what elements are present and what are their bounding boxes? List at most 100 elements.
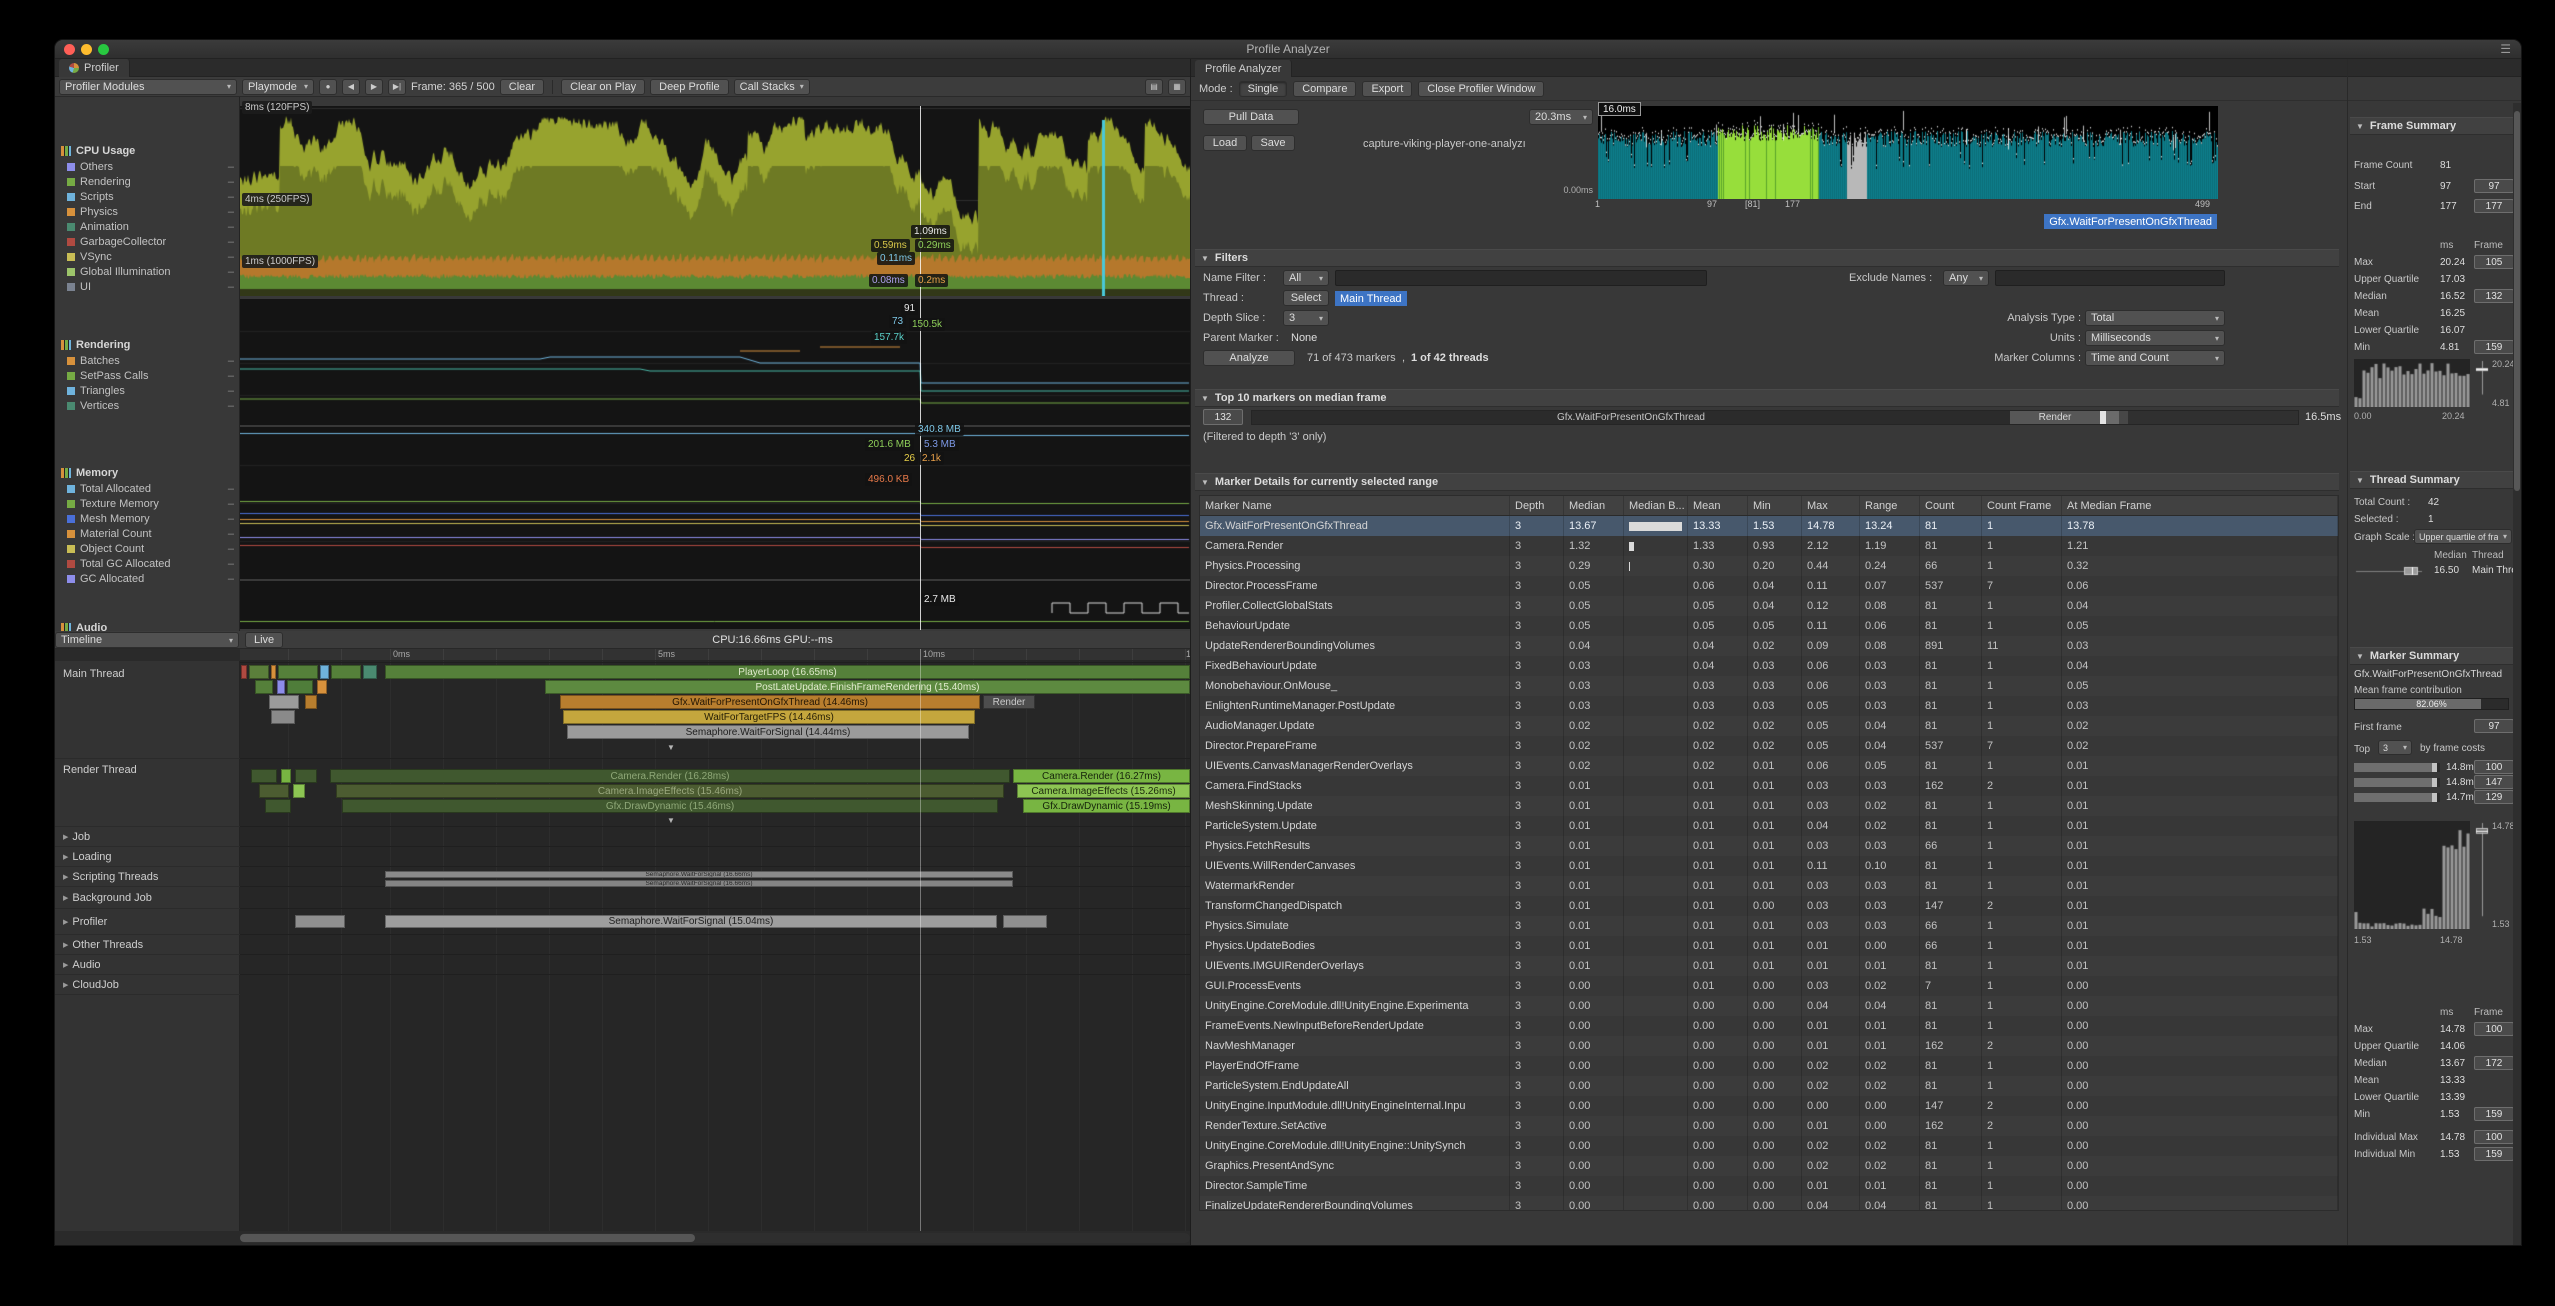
module-legend-item[interactable]: Total Allocated– [55,481,240,496]
timeline-span-fragment[interactable] [293,784,305,798]
table-row[interactable]: UnityEngine.CoreModule.dll!UnityEngine.E… [1200,996,2338,1016]
close-profiler-window-button[interactable]: Close Profiler Window [1418,81,1544,97]
frame-jump-button[interactable]: 172 [2474,1056,2514,1070]
marker-histogram[interactable] [2354,821,2470,929]
depth-slice-dropdown[interactable]: 3▾ [1283,310,1329,326]
timeline-span[interactable]: Semaphore.WaitForSignal (16.66ms) [385,880,1013,887]
module-legend-item[interactable]: Triangles– [55,383,240,398]
table-row[interactable]: TransformChangedDispatch30.010.010.000.0… [1200,896,2338,916]
table-row[interactable]: UnityEngine.InputModule.dll!UnityEngineI… [1200,1096,2338,1116]
frame-jump-button[interactable]: 105 [2474,255,2514,269]
table-row[interactable]: FinalizeUpdateRendererBoundingVolumes30.… [1200,1196,2338,1211]
timeline-span[interactable]: Camera.ImageEffects (15.46ms) [336,784,1004,798]
timeline-span-fragment[interactable] [259,784,289,798]
column-header[interactable]: Count Frame [1982,496,2062,515]
frame-jump-button[interactable]: 100 [2474,1130,2514,1144]
table-row[interactable]: Physics.FetchResults30.010.010.010.030.0… [1200,836,2338,856]
table-row[interactable]: Profiler.CollectGlobalStats30.050.050.04… [1200,596,2338,616]
thread-label[interactable]: Render Thread [55,759,240,827]
table-row[interactable]: EnlightenRuntimeManager.PostUpdate30.030… [1200,696,2338,716]
table-row[interactable]: Physics.UpdateBodies30.010.010.010.010.0… [1200,936,2338,956]
grid-view-icon[interactable]: ▦ [1168,79,1186,95]
column-header[interactable]: Median B... [1624,496,1688,515]
frame-summary-header[interactable]: ▼Frame Summary [2350,117,2513,135]
table-row[interactable]: UIEvents.IMGUIRenderOverlays30.010.010.0… [1200,956,2338,976]
frame-jump-button[interactable]: 159 [2474,1147,2514,1161]
table-row[interactable]: UIEvents.WillRenderCanvases30.010.010.01… [1200,856,2338,876]
timeline-view-dropdown[interactable]: Timeline▾ [55,632,239,648]
timeline-span-fragment[interactable] [363,665,377,679]
timeline-span[interactable]: Gfx.WaitForPresentOnGfxThread (14.46ms) [560,695,980,709]
timeline-hscrollbar[interactable] [240,1233,1190,1243]
frame-histogram[interactable] [2354,359,2470,407]
timeline-playhead[interactable] [920,649,921,1231]
call-stacks-dropdown[interactable]: Call Stacks▾ [734,79,810,95]
column-header[interactable]: Mean [1688,496,1748,515]
timeline-span-fragment[interactable] [317,680,327,694]
scrollbar-thumb[interactable] [2514,111,2520,491]
frame-jump-button[interactable]: 159 [2474,340,2514,354]
chart-playhead[interactable] [920,106,921,630]
timeline-span-fragment[interactable] [251,769,277,783]
module-legend-item[interactable]: GC Allocated– [55,571,240,586]
exclude-mode-dropdown[interactable]: Any▾ [1943,270,1989,286]
module-legend-item[interactable]: Material Count– [55,526,240,541]
rendering-chart[interactable] [240,299,1190,425]
first-frame-button[interactable]: 97 [2474,719,2514,733]
module-legend-item[interactable]: VSync– [55,249,240,264]
module-header[interactable]: Rendering [55,337,240,353]
timeline-span[interactable]: WaitForTargetFPS (14.46ms) [563,710,975,724]
table-row[interactable]: FixedBehaviourUpdate30.030.040.030.060.0… [1200,656,2338,676]
thread-label[interactable]: ▶Job [55,827,240,847]
thread-label[interactable]: ▶CloudJob [55,975,240,995]
module-legend-item[interactable]: GarbageCollector– [55,234,240,249]
module-header[interactable]: Memory [55,465,240,481]
table-row[interactable]: Camera.Render31.321.330.932.121.198111.2… [1200,536,2338,556]
top10-segment[interactable]: Gfx.WaitForPresentOnGfxThread [1252,411,2010,424]
table-row[interactable]: Physics.Simulate30.010.010.010.030.03661… [1200,916,2338,936]
pull-data-button[interactable]: Pull Data [1203,109,1299,125]
marker-details-header[interactable]: ▼Marker Details for currently selected r… [1195,473,2339,491]
top-count-dropdown[interactable]: 3▾ [2378,740,2412,755]
table-row[interactable]: FrameEvents.NewInputBeforeRenderUpdate30… [1200,1016,2338,1036]
table-row[interactable]: MeshSkinning.Update30.010.010.010.030.02… [1200,796,2338,816]
frame-jump-button[interactable]: 129 [2474,790,2514,804]
module-legend-item[interactable]: Rendering– [55,174,240,189]
filters-section-header[interactable]: ▼Filters [1195,249,2339,267]
timeline-span[interactable]: Camera.Render (16.27ms) [1013,769,1190,783]
name-filter-input[interactable] [1335,270,1707,286]
analysis-type-dropdown[interactable]: Total▾ [2085,310,2225,326]
thread-label[interactable]: ▶Background Job [55,887,240,909]
mode-export-button[interactable]: Export [1362,81,1412,97]
tab-profiler[interactable]: Profiler [59,59,130,77]
timeline-span-fragment[interactable] [265,799,291,813]
top10-segment[interactable] [2106,411,2119,424]
collapse-chevron-icon[interactable]: ▼ [667,743,675,752]
frame-jump-button[interactable]: 177 [2474,199,2514,213]
mode-single-button[interactable]: Single [1239,81,1288,97]
top10-segment[interactable] [2119,411,2128,424]
table-row[interactable]: Physics.Processing30.290.300.200.440.246… [1200,556,2338,576]
timeline-span-fragment[interactable] [271,665,276,679]
table-row[interactable]: WatermarkRender30.010.010.010.030.038110… [1200,876,2338,896]
table-row[interactable]: Director.SampleTime30.000.000.000.010.01… [1200,1176,2338,1196]
hscrollbar-thumb[interactable] [240,1234,695,1242]
frame-jump-button[interactable]: 100 [2474,1022,2514,1036]
live-toggle-button[interactable]: Live [245,632,283,648]
graph-scale-dropdown[interactable]: Upper quartile of frame ti▾ [2414,529,2512,544]
table-row[interactable]: Monobehaviour.OnMouse_30.030.030.030.060… [1200,676,2338,696]
module-legend-item[interactable]: UI– [55,279,240,294]
module-header[interactable]: CPU Usage [55,143,240,159]
tab-profile-analyzer[interactable]: Profile Analyzer [1195,60,1292,78]
thread-label[interactable]: Main Thread [55,663,240,759]
table-row[interactable]: Director.PrepareFrame30.020.020.020.050.… [1200,736,2338,756]
timeline-span[interactable]: Semaphore.WaitForSignal (15.04ms) [385,915,997,928]
clear-button[interactable]: Clear [500,79,544,95]
table-row[interactable]: BehaviourUpdate30.050.050.050.110.068110… [1200,616,2338,636]
column-header[interactable]: Min [1748,496,1802,515]
table-row[interactable]: NavMeshManager30.000.000.000.010.0116220… [1200,1036,2338,1056]
thread-label[interactable]: ▶Loading [55,847,240,867]
timeline-span-fragment[interactable] [287,680,313,694]
module-legend-item[interactable]: Vertices– [55,398,240,413]
column-header[interactable]: Max [1802,496,1860,515]
